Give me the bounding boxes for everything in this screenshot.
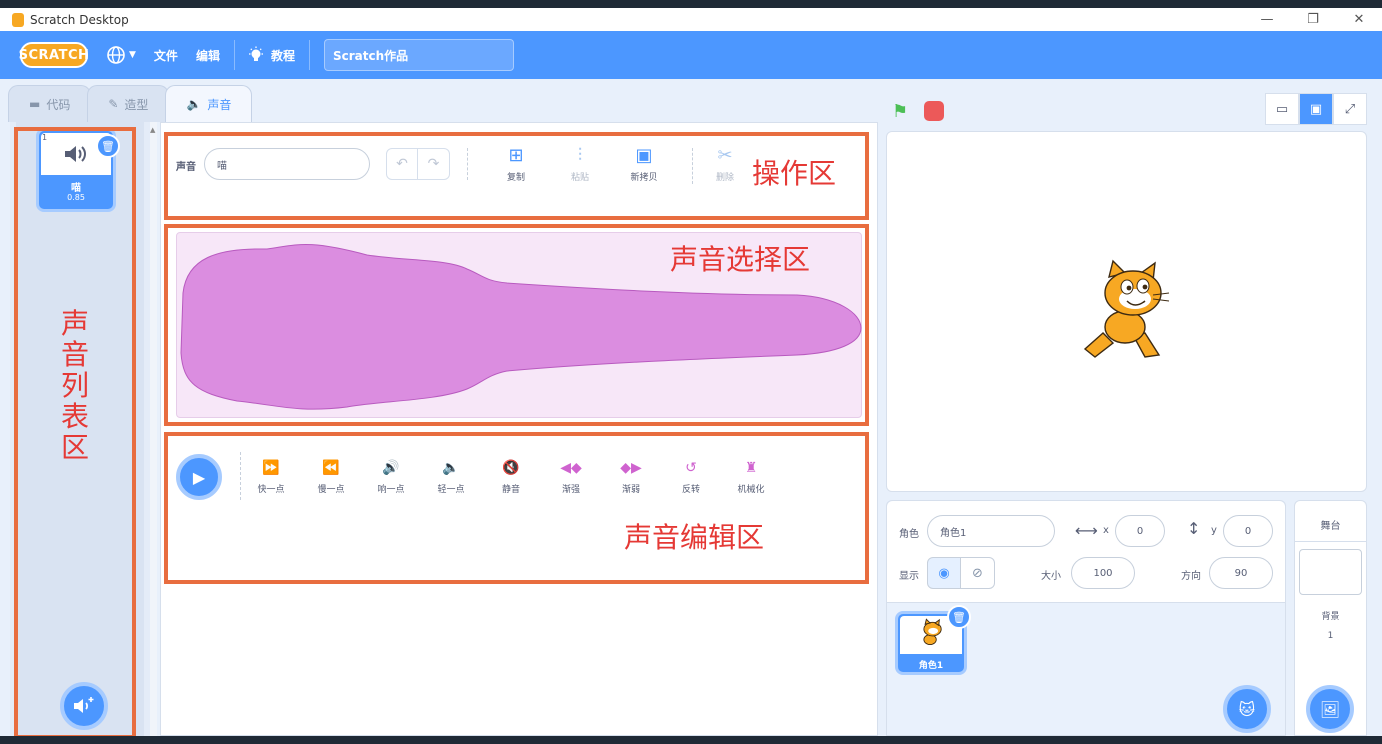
- window-controls: — ❐ ✕: [1244, 8, 1382, 31]
- add-sprite-button[interactable]: 🐱: [1223, 685, 1271, 733]
- direction-input[interactable]: 90: [1209, 557, 1273, 589]
- trash-icon: 🗑: [952, 610, 966, 624]
- scroll-up-icon: ▲: [150, 126, 156, 134]
- close-button[interactable]: ✕: [1336, 8, 1382, 31]
- sprite-label: 角色: [899, 529, 919, 540]
- x-label: x: [1103, 525, 1109, 536]
- x-arrows-icon: ⟷: [1075, 521, 1098, 540]
- tab-label: 声音: [207, 97, 232, 112]
- brush-icon: ✎: [108, 97, 119, 111]
- cat-sprite: [1083, 259, 1170, 358]
- add-backdrop-button[interactable]: 🖼: [1306, 685, 1354, 733]
- y-label: y: [1211, 525, 1217, 536]
- size-input[interactable]: 100: [1071, 557, 1135, 589]
- tab-costumes[interactable]: ✎ 造型: [87, 85, 170, 122]
- scratch-app-icon: [12, 12, 24, 27]
- stage-title: 舞台: [1320, 521, 1341, 532]
- size-label: 大小: [1041, 571, 1061, 582]
- green-flag-icon[interactable]: ⚑: [892, 101, 908, 122]
- edit-menu[interactable]: 编辑: [196, 47, 220, 64]
- divider: [1295, 541, 1366, 542]
- scrollbar[interactable]: ▲: [150, 122, 157, 736]
- stop-icon[interactable]: [924, 101, 944, 121]
- title-bar: Scratch Desktop — ❐ ✕: [0, 8, 1382, 31]
- cat-icon: [923, 618, 942, 646]
- cat-add-icon: 🐱: [1238, 699, 1256, 719]
- language-menu[interactable]: ▼: [106, 45, 136, 65]
- hide-eye-icon[interactable]: ⊘: [961, 557, 995, 589]
- backdrop-thumbnail: [1299, 549, 1362, 595]
- globe-icon: [107, 46, 125, 64]
- direction-label: 方向: [1181, 571, 1201, 582]
- show-eye-icon[interactable]: ◉: [927, 557, 961, 589]
- y-arrows-icon: ↕: [1187, 519, 1201, 538]
- menu-bar: SCRATCH ▼ 文件 编辑 教程 Scratch作品: [0, 31, 1382, 79]
- normal-stage-button[interactable]: ▣: [1299, 93, 1333, 125]
- sprite-name-input[interactable]: 角色1: [927, 515, 1055, 547]
- backdrop-label: 背景: [1321, 612, 1340, 622]
- x-input[interactable]: 0: [1115, 515, 1165, 547]
- fullscreen-button[interactable]: ⤢: [1333, 93, 1367, 125]
- project-title-input[interactable]: Scratch作品: [323, 39, 514, 71]
- select-area-label: 声音选择区: [670, 243, 811, 276]
- tutorials-button[interactable]: 教程: [247, 46, 295, 64]
- edit-area-box: [164, 432, 869, 584]
- menu-divider: [308, 40, 310, 70]
- speaker-icon: 🔈: [186, 97, 202, 111]
- small-stage-button[interactable]: ▭: [1265, 93, 1299, 125]
- list-area-label: 声 音 列 表 区: [60, 307, 89, 464]
- editor-tabs: ▬ 代码 ✎ 造型 🔈 声音: [8, 85, 253, 122]
- lightbulb-icon: [248, 46, 263, 61]
- file-menu[interactable]: 文件: [154, 47, 178, 64]
- code-icon: ▬: [29, 97, 41, 111]
- restore-button[interactable]: ❐: [1290, 8, 1336, 31]
- sprite-name: 角色1: [918, 661, 944, 671]
- app-window: Scratch Desktop — ❐ ✕ SCRATCH ▼ 文件 编辑 教程…: [0, 8, 1382, 739]
- image-add-icon: 🖼: [1319, 699, 1341, 719]
- tab-sounds[interactable]: 🔈 声音: [165, 85, 253, 122]
- taskbar: [0, 736, 1382, 744]
- sprite-panel: 角色 角色1 ⟷ x 0 ↕ y 0 显示 ◉ ⊘ 大小 100 方向 90 角…: [886, 500, 1286, 736]
- visibility-toggle: ◉ ⊘: [927, 557, 995, 589]
- tab-code[interactable]: ▬ 代码: [8, 85, 92, 122]
- scratch-logo[interactable]: SCRATCH: [19, 42, 89, 68]
- show-label: 显示: [899, 571, 919, 582]
- menu-divider: [233, 40, 235, 70]
- sprite-info: 角色 角色1 ⟷ x 0 ↕ y 0 显示 ◉ ⊘ 大小 100 方向 90: [887, 501, 1285, 603]
- stage-size-toggle: ▭ ▣ ⤢: [1265, 93, 1367, 125]
- stage-canvas[interactable]: [886, 131, 1367, 492]
- tab-label: 造型: [124, 97, 149, 112]
- window-title: Scratch Desktop: [30, 12, 129, 27]
- tutorials-label: 教程: [270, 48, 295, 63]
- y-input[interactable]: 0: [1223, 515, 1273, 547]
- minimize-button[interactable]: —: [1244, 8, 1290, 31]
- tab-label: 代码: [46, 97, 71, 112]
- backdrop-count: 1: [1327, 631, 1334, 641]
- ops-area-label: 操作区: [752, 157, 837, 190]
- stage-header: ⚑ ▭ ▣ ⤢: [886, 93, 1367, 127]
- edit-area-label: 声音编辑区: [624, 521, 765, 554]
- chevron-down-icon: ▼: [129, 50, 136, 60]
- delete-sprite-button[interactable]: 🗑: [947, 605, 971, 629]
- stage-selector[interactable]: 舞台 背景 1 🖼: [1294, 500, 1367, 736]
